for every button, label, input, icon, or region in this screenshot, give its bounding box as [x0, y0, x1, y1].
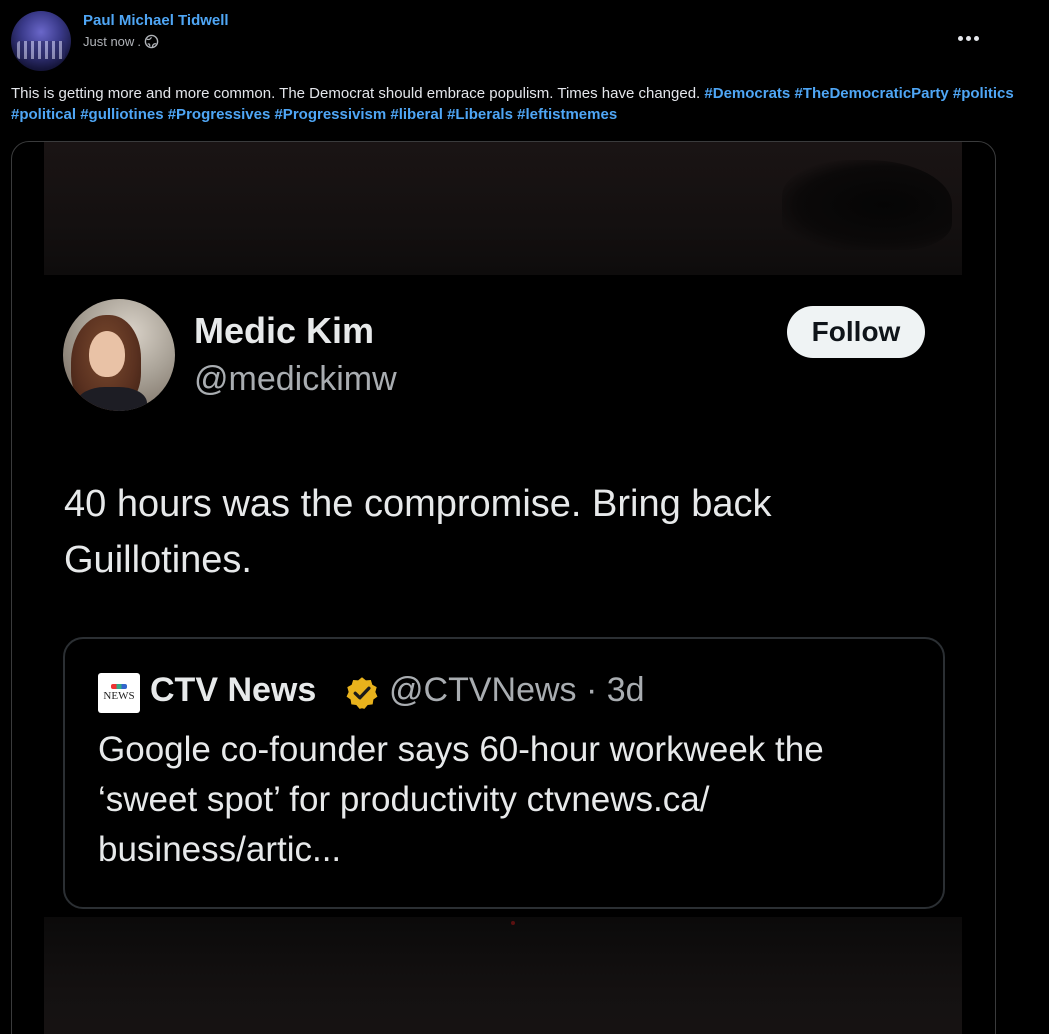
- quoted-text-line: business/artic...: [98, 830, 342, 869]
- author-name-link[interactable]: Paul Michael Tidwell: [83, 12, 229, 29]
- facebook-post: Paul Michael Tidwell Just now . This is …: [0, 0, 1049, 1034]
- image-bottom-background: [44, 917, 962, 1034]
- verified-badge-icon: [346, 677, 378, 709]
- hashtag-link[interactable]: #Liberals: [447, 106, 513, 123]
- hashtag-link[interactable]: #politics: [953, 85, 1014, 102]
- quoted-text-line: Google co-founder says 60-hour workweek …: [98, 730, 824, 769]
- ctv-news-logo: NEWS: [98, 673, 140, 713]
- image-top-background: [44, 142, 962, 275]
- quoted-handle-time: @CTVNews · 3d: [389, 671, 645, 709]
- post-caption: This is getting more and more common. Th…: [11, 83, 1021, 125]
- hashtag-link[interactable]: #TheDemocraticParty: [794, 85, 948, 102]
- tweet-text: 40 hours was the compromise. Bring back …: [64, 476, 924, 588]
- hashtag-link[interactable]: #Progressives: [168, 106, 271, 123]
- tweet-author-name: Medic Kim: [194, 310, 375, 351]
- hashtag-link[interactable]: #liberal: [390, 106, 443, 123]
- meta-separator: .: [137, 34, 141, 49]
- caption-text: This is getting more and more common. Th…: [11, 85, 701, 102]
- tweet-text-line: Guillotines.: [64, 539, 252, 581]
- quoted-tweet-card: NEWS CTV News @CTVNews · 3d Google co-fo…: [63, 637, 945, 909]
- avatar-crowd-image: [17, 41, 65, 59]
- tweet-text-line: 40 hours was the compromise. Bring back: [64, 483, 772, 525]
- quoted-text-line: ‘sweet spot’ for productivity ctvnews.ca…: [98, 780, 710, 819]
- tweet-avatar: [63, 299, 175, 411]
- post-image[interactable]: Medic Kim @medickimw Follow 40 hours was…: [11, 141, 996, 1034]
- quoted-tweet-text: Google co-founder says 60-hour workweek …: [98, 725, 928, 875]
- image-dark-shape: [782, 160, 952, 250]
- hashtag-link[interactable]: #Democrats: [704, 85, 790, 102]
- quoted-author-name: CTV News: [150, 671, 317, 709]
- hashtag-link[interactable]: #gulliotines: [80, 106, 163, 123]
- author-avatar[interactable]: [11, 11, 71, 71]
- follow-button: Follow: [787, 306, 925, 358]
- hashtag-link[interactable]: #leftistmemes: [517, 106, 617, 123]
- more-options-icon[interactable]: [948, 24, 988, 52]
- hashtag-link[interactable]: #Progressivism: [274, 106, 386, 123]
- ctv-logo-text: NEWS: [103, 690, 135, 702]
- post-timestamp[interactable]: Just now: [83, 34, 134, 49]
- post-meta: Just now .: [83, 34, 159, 49]
- globe-icon[interactable]: [144, 34, 159, 49]
- tweet-author-handle: @medickimw: [194, 360, 397, 398]
- hashtag-link[interactable]: #political: [11, 106, 76, 123]
